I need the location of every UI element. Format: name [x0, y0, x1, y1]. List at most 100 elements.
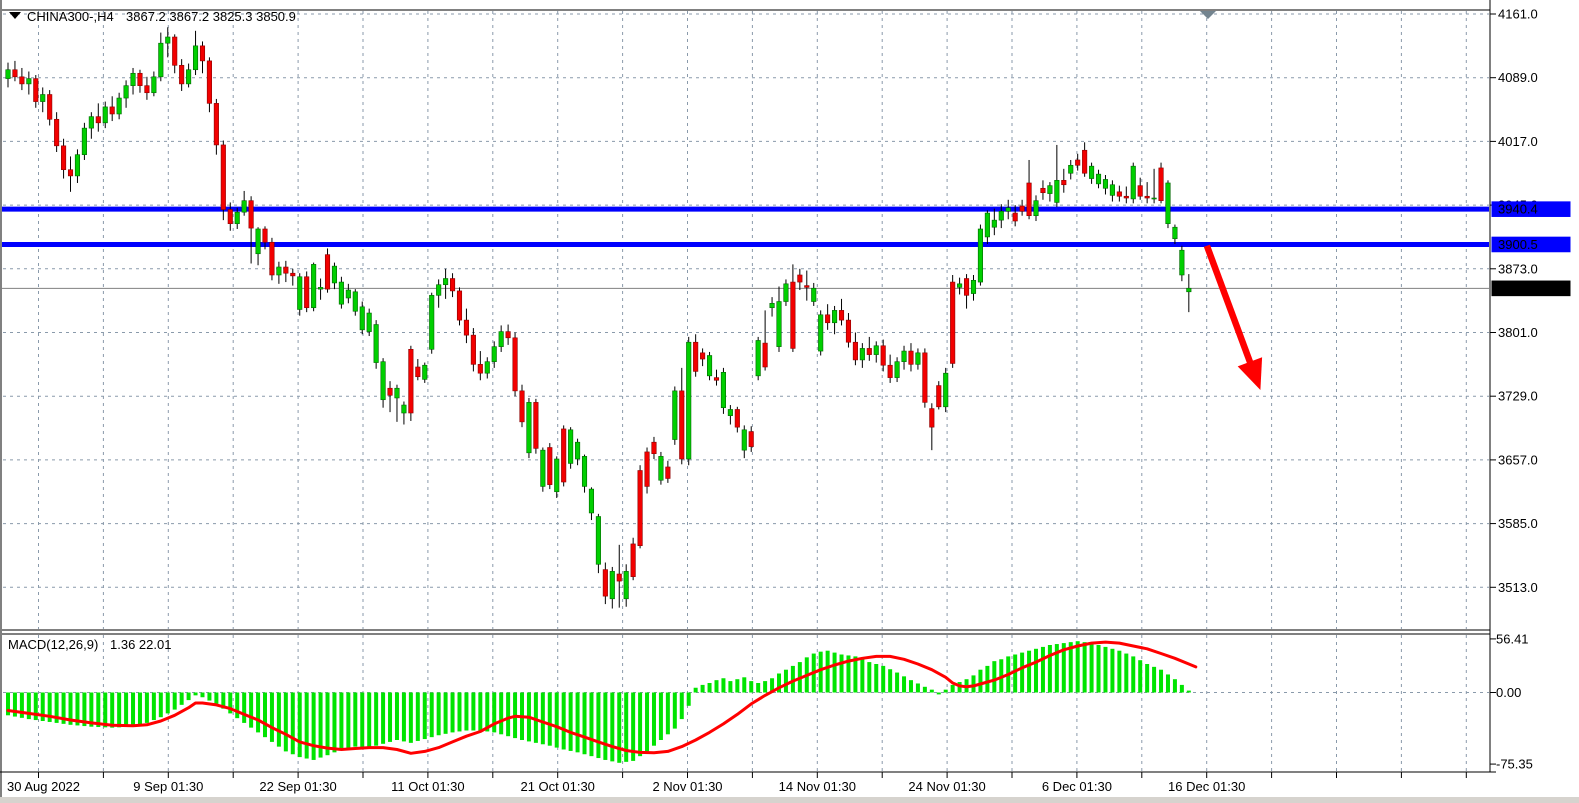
candle-body-down	[179, 65, 184, 84]
macd-histogram-bar	[1097, 645, 1101, 693]
candle-body-up	[297, 277, 302, 310]
macd-histogram-bar	[562, 693, 566, 750]
candle-body-up	[1103, 179, 1108, 188]
candle-body-down	[888, 365, 893, 377]
trend-arrow[interactable]	[1207, 246, 1262, 390]
candle-body-up	[152, 77, 157, 93]
candle	[902, 346, 907, 370]
candle	[332, 263, 337, 290]
arrow-shaft[interactable]	[1207, 246, 1252, 368]
candle	[735, 407, 740, 433]
macd-histogram-bar	[1076, 641, 1080, 692]
macd-histogram-bar	[666, 693, 670, 735]
candle	[318, 279, 323, 300]
candle-body-down	[645, 452, 650, 487]
chart-canvas[interactable]: 4161.04089.04017.03945.03873.03801.03729…	[0, 0, 1579, 803]
candle-body-up	[159, 43, 164, 77]
candle-body-down	[680, 391, 685, 459]
candle	[20, 68, 25, 90]
symbol-dropdown-icon[interactable]	[9, 12, 21, 19]
candle	[506, 325, 511, 345]
macd-histogram-bar	[214, 693, 218, 704]
macd-histogram-bar	[207, 693, 211, 701]
candle-body-up	[131, 73, 136, 85]
macd-histogram-bar	[451, 693, 455, 733]
candle-body-down	[207, 61, 212, 103]
candle-body-up	[811, 288, 816, 301]
macd-histogram-bar	[284, 693, 288, 752]
arrow-head-icon[interactable]	[1238, 357, 1262, 390]
candle	[360, 302, 365, 335]
macd-histogram-bar	[1173, 679, 1177, 692]
candle	[96, 103, 101, 131]
candle	[464, 309, 469, 344]
macd-axis-label: 0.00	[1496, 685, 1521, 700]
candle-body-up	[360, 307, 365, 330]
macd-histogram-bar	[270, 693, 274, 742]
macd-histogram-bar	[138, 693, 142, 725]
time-axis-label: 14 Nov 01:30	[779, 779, 856, 794]
candle	[193, 31, 198, 75]
macd-histogram-bar	[1117, 651, 1121, 693]
candle	[867, 337, 872, 361]
candle	[763, 310, 768, 370]
macd-histogram-bar	[596, 693, 600, 759]
candle	[721, 368, 726, 414]
candle	[589, 487, 594, 520]
candle	[409, 346, 414, 421]
candle-body-down	[464, 320, 469, 335]
macd-histogram-bar	[388, 693, 392, 742]
macd-histogram-bar	[694, 688, 698, 693]
candle-body-up	[193, 46, 198, 70]
macd-histogram-bar	[1041, 647, 1045, 693]
candle	[221, 141, 226, 221]
candle-body-up	[423, 365, 428, 379]
macd-histogram-bar	[166, 693, 170, 714]
candle-body-down	[749, 432, 754, 447]
candle-body-down	[284, 267, 289, 273]
time-axis[interactable]: 30 Aug 20229 Sep 01:3022 Sep 01:3011 Oct…	[7, 772, 1466, 794]
macd-histogram-bar	[305, 693, 309, 759]
candle	[1041, 180, 1046, 199]
candle-body-up	[395, 388, 400, 398]
candle-body-up	[402, 405, 407, 413]
candle-body-up	[429, 295, 434, 349]
candle-body-down	[214, 103, 219, 145]
candle	[520, 385, 525, 427]
candle	[1027, 160, 1032, 219]
macd-histogram-bar	[1110, 649, 1114, 693]
macd-histogram-bar	[235, 693, 239, 719]
candle-body-down	[1159, 168, 1164, 201]
candle	[214, 99, 219, 155]
macd-histogram-bar	[312, 693, 316, 760]
symbol-title: CHINA300-,H4	[27, 9, 114, 24]
candle-body-up	[860, 348, 865, 360]
candle	[1048, 182, 1053, 201]
macd-histogram-bar	[840, 655, 844, 693]
price-axis-label: 3585.0	[1498, 516, 1538, 531]
candle-body-up	[367, 313, 372, 332]
candle-body-down	[881, 346, 886, 365]
candle-body-up	[89, 117, 94, 129]
horizontal-level-lines[interactable]	[2, 209, 1489, 244]
macd-histogram-bar	[1013, 655, 1017, 693]
candle-body-up	[124, 86, 129, 98]
macd-histogram-bar	[923, 687, 927, 693]
candle	[172, 34, 177, 73]
candle	[916, 348, 921, 369]
candles-layer[interactable]	[6, 27, 1191, 608]
macd-histogram-bar	[909, 680, 913, 692]
macd-histogram-bar	[659, 693, 663, 741]
candle	[964, 274, 969, 309]
candle	[402, 401, 407, 424]
macd-histogram-bar	[353, 693, 357, 747]
candle-body-up	[256, 229, 261, 254]
macd-histogram-bar	[1083, 642, 1087, 692]
candle-body-down	[304, 277, 309, 308]
candle	[450, 273, 455, 297]
candle-body-up	[82, 128, 87, 155]
price-axis[interactable]: 4161.04089.04017.03945.03873.03801.03729…	[1490, 7, 1538, 772]
candle-body-down	[631, 544, 636, 577]
price-axis-label: 4089.0	[1498, 70, 1538, 85]
macd-pane[interactable]	[6, 641, 1196, 763]
